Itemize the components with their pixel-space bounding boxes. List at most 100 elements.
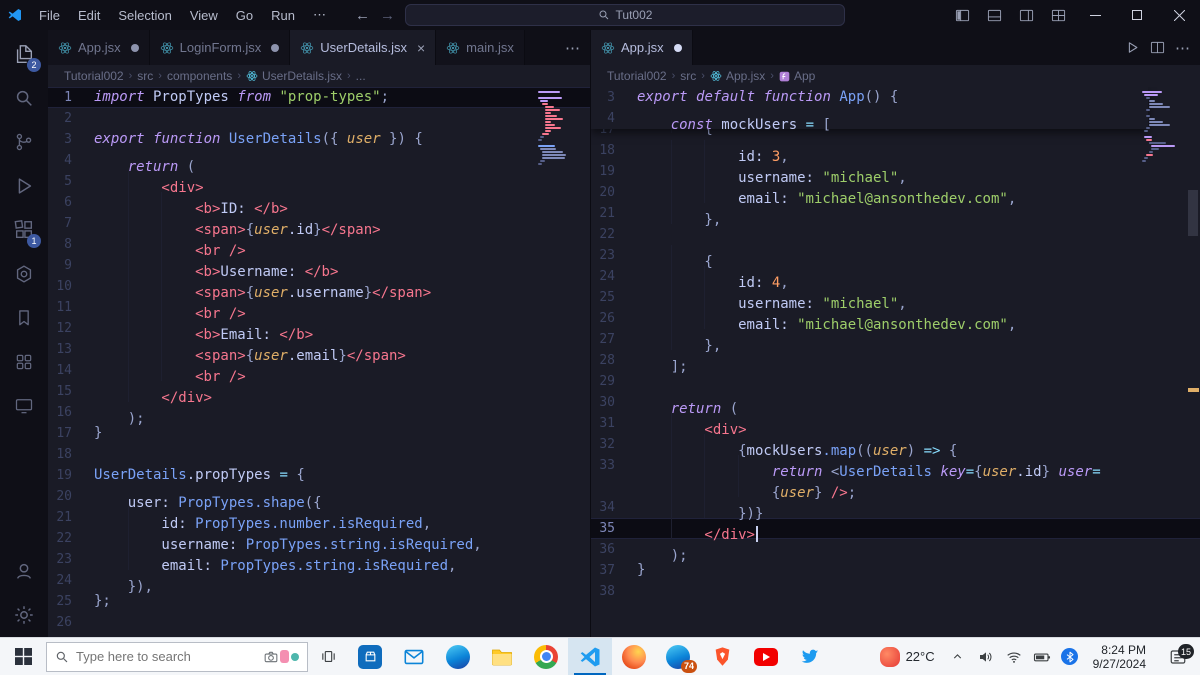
breadcrumb-item[interactable]: App [779,69,815,83]
code-line[interactable]: 15 </div> [48,381,590,406]
code-line[interactable]: 36); [591,539,1200,564]
code-line[interactable]: 13 <span>{user.email}</span> [48,339,590,364]
run-code-icon[interactable] [1125,40,1140,55]
remote-explorer-icon[interactable] [0,384,48,428]
youtube-icon[interactable] [744,638,788,675]
code-line[interactable]: 11 <br /> [48,297,590,322]
toggle-secondary-sidebar-icon[interactable] [1010,0,1042,30]
breadcrumb-item[interactable]: src [137,69,153,83]
code-line[interactable]: 8 <br /> [48,234,590,259]
dirty-indicator[interactable] [130,43,139,52]
code-line[interactable]: 37} [591,560,1200,581]
taskbar-search-input[interactable] [76,649,257,664]
toggle-panel-icon[interactable] [978,0,1010,30]
store-app-icon[interactable] [348,638,392,675]
code-line[interactable]: 28]; [591,350,1200,375]
back-icon[interactable]: ← [355,7,370,24]
chevron-up-icon[interactable] [945,638,971,675]
extensions-icon[interactable]: 1 [0,208,48,252]
code-line[interactable]: 26 [48,612,590,633]
code-line[interactable]: 20 user: PropTypes.shape({ [48,486,590,511]
tab-app-jsx-right[interactable]: App.jsx [591,30,693,65]
menu-selection[interactable]: Selection [109,0,180,30]
code-line[interactable]: 4 return ( [48,150,590,175]
code-line[interactable]: 35 </div> [591,518,1200,543]
explorer-icon[interactable]: 2 [0,32,48,76]
more-tabs-icon[interactable]: ⋯ [555,30,590,65]
code-line[interactable]: 29 [591,371,1200,392]
customize-layout-icon[interactable] [1042,0,1074,30]
code-line[interactable]: 23 email: PropTypes.string.isRequired, [48,549,590,574]
code-line[interactable]: 22 username: PropTypes.string.isRequired, [48,528,590,553]
code-line[interactable]: 17} [48,423,590,444]
dirty-indicator[interactable] [271,43,280,52]
code-line[interactable]: 20 email: "michael@ansonthedev.com", [591,182,1200,207]
code-line[interactable]: 22 [591,224,1200,245]
code-line[interactable]: 4 const mockUsers = [ [591,108,1148,133]
bluetooth-icon[interactable] [1057,638,1083,675]
code-line[interactable]: 19 username: "michael", [591,161,1200,186]
menu-run[interactable]: Run [262,0,304,30]
maximize-button[interactable] [1116,0,1158,30]
code-line[interactable]: 10 <span>{user.username}</span> [48,276,590,301]
breadcrumb-item[interactable]: src [680,69,696,83]
notification-center-button[interactable]: 15 [1156,638,1200,675]
scrollbar-thumb[interactable] [1188,190,1198,236]
menu-file[interactable]: File [30,0,69,30]
breadcrumb-item[interactable]: UserDetails.jsx [246,69,342,83]
code-line[interactable]: 18 id: 3, [591,140,1200,165]
close-button[interactable] [1158,0,1200,30]
code-line[interactable]: 14 <br /> [48,360,590,385]
source-control-icon[interactable] [0,120,48,164]
breadcrumb-item[interactable]: App.jsx [710,69,765,83]
code-line[interactable]: 2 [48,108,590,129]
wifi-icon[interactable] [1001,638,1027,675]
minimap[interactable] [1142,87,1184,166]
search-view-icon[interactable] [0,76,48,120]
chatgpt-icon[interactable] [0,252,48,296]
menu-overflow[interactable]: ⋯ [304,0,335,30]
code-line[interactable]: 1 import PropTypes from "prop-types"; [48,87,590,108]
code-line[interactable]: 30 return ( [591,392,1200,417]
settings-gear-icon[interactable] [0,593,48,637]
code-line[interactable]: 25 username: "michael", [591,287,1200,312]
command-center-search[interactable]: Tut002 [405,4,845,26]
code-line[interactable]: 21}, [591,203,1200,228]
code-line[interactable]: 23{ [591,245,1200,270]
code-line[interactable]: {user} />; [591,476,1200,501]
minimap[interactable] [538,87,580,169]
code-line[interactable]: 5 <div> [48,171,590,196]
code-line[interactable]: 33 return <UserDetails key={user.id} user… [591,455,1200,480]
code-line[interactable]: 16); [48,402,590,427]
close-tab-icon[interactable]: × [417,40,425,56]
task-view-button[interactable] [308,638,348,675]
scrollbar[interactable] [1186,87,1200,637]
search-highlights-graphic[interactable] [264,650,299,664]
menu-edit[interactable]: Edit [69,0,109,30]
volume-icon[interactable] [973,638,999,675]
breadcrumb-item[interactable]: components [167,69,232,83]
breadcrumb-item[interactable]: Tutorial002 [64,69,124,83]
tab-main-jsx[interactable]: main.jsx [436,30,525,65]
menu-go[interactable]: Go [227,0,262,30]
code-line[interactable]: 34})} [591,497,1200,522]
brave-icon[interactable] [700,638,744,675]
dirty-indicator[interactable] [673,43,682,52]
toggle-sidebar-icon[interactable] [946,0,978,30]
tab-loginform-jsx[interactable]: LoginForm.jsx [149,30,291,65]
forward-icon[interactable]: → [380,7,395,24]
edge-app-icon[interactable] [436,638,480,675]
code-line[interactable]: 7 <span>{user.id}</span> [48,213,590,238]
chrome-icon[interactable] [524,638,568,675]
firefox-icon[interactable] [612,638,656,675]
bookmarks-icon[interactable] [0,296,48,340]
code-line[interactable]: 12 <b>Email: </b> [48,318,590,343]
run-debug-icon[interactable] [0,164,48,208]
code-line[interactable]: 27}, [591,329,1200,354]
split-editor-icon[interactable] [1150,40,1165,55]
code-line[interactable]: 18 [48,444,590,465]
minimize-button[interactable] [1074,0,1116,30]
mail-app-icon[interactable] [392,638,436,675]
menu-view[interactable]: View [181,0,227,30]
code-line[interactable]: 3 export default function App() { [591,87,1148,108]
